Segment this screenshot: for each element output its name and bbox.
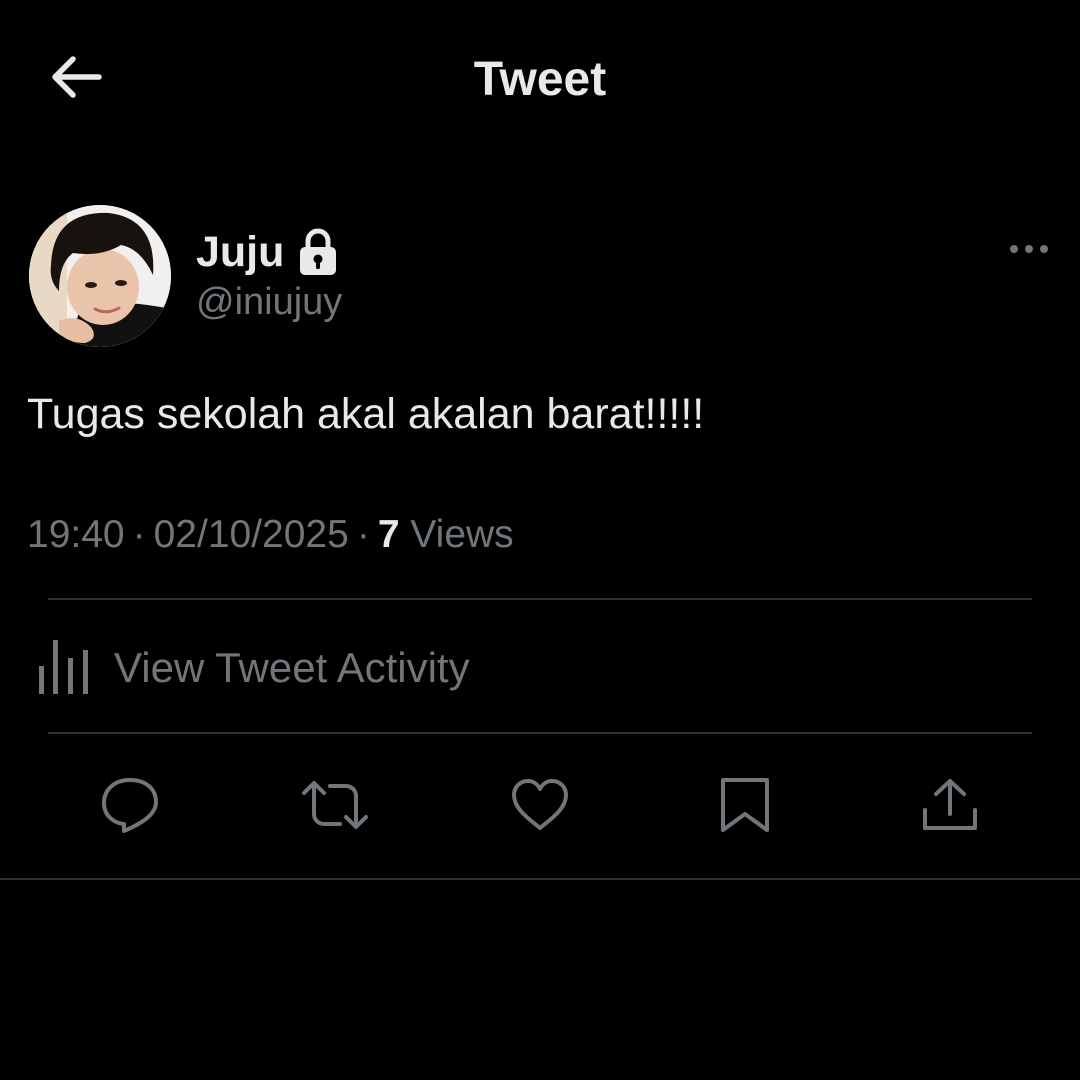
display-name-row: Juju [196,225,338,279]
retweet-icon [300,778,370,837]
meta-separator: · [132,513,146,556]
divider [0,878,1080,880]
reply-button[interactable] [95,772,165,842]
top-bar: Tweet [0,0,1080,160]
view-tweet-activity-button[interactable]: View Tweet Activity [36,636,470,700]
meta-separator: · [356,513,370,556]
views-count: 7 [377,513,400,556]
user-handle[interactable]: @iniujuy [196,281,342,324]
display-name[interactable]: Juju [196,228,284,277]
more-options-button[interactable] [999,231,1059,271]
views-label: Views [410,513,514,556]
tweet-date[interactable]: 02/10/2025 [154,513,349,556]
divider [48,732,1032,734]
more-horizontal-icon [1009,242,1049,260]
retweet-button[interactable] [300,772,370,842]
tweet-time[interactable]: 19:40 [27,513,125,556]
divider [48,598,1032,600]
share-icon [920,776,980,839]
tweet-text: Tugas sekolah akal akalan barat!!!!! [27,390,705,438]
lock-icon [298,227,338,277]
heart-icon [510,778,570,837]
bookmark-button[interactable] [710,772,780,842]
tweet-author: Juju @iniujuy [29,205,1059,350]
analytics-bars-icon [36,636,92,701]
page-title: Tweet [473,53,607,106]
profile-photo [29,205,171,347]
tweet-meta: 19:40 · 02/10/2025 · 7 Views [27,510,514,560]
like-button[interactable] [505,772,575,842]
share-button[interactable] [915,772,985,842]
bookmark-icon [719,776,771,839]
activity-label: View Tweet Activity [114,644,470,691]
reply-icon [100,776,160,839]
avatar[interactable] [29,205,171,347]
